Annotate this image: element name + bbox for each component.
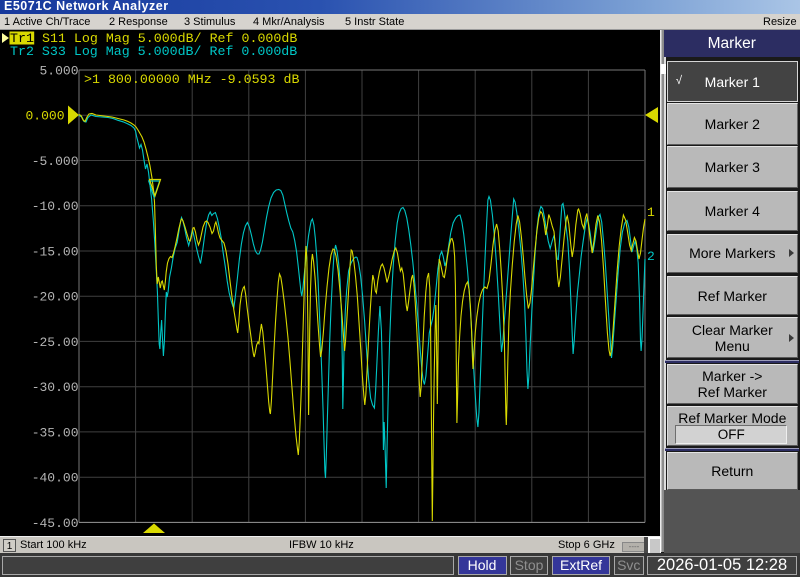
svg-text:-20.00: -20.00 xyxy=(32,290,79,305)
svg-text:-5.000: -5.000 xyxy=(32,154,79,169)
svg-text:>1 800.00000 MHz -9.0593 dB: >1 800.00000 MHz -9.0593 dB xyxy=(84,72,299,87)
svg-text:-25.00: -25.00 xyxy=(32,335,79,350)
svg-text:1: 1 xyxy=(647,205,655,220)
svg-text:-10.00: -10.00 xyxy=(32,199,79,214)
svg-text:-45.00: -45.00 xyxy=(32,516,79,531)
svg-text:2: 2 xyxy=(647,249,655,264)
svg-text:-40.00: -40.00 xyxy=(32,471,79,486)
svg-text:-30.00: -30.00 xyxy=(32,380,79,395)
svg-text:0.000: 0.000 xyxy=(25,109,64,124)
svg-text:-15.00: -15.00 xyxy=(32,245,79,260)
svg-text:5.000: 5.000 xyxy=(39,64,78,79)
svg-text:-35.00: -35.00 xyxy=(32,425,79,440)
svg-text:Tr2 S33 Log Mag 5.000dB/ Ref 0: Tr2 S33 Log Mag 5.000dB/ Ref 0.000dB xyxy=(10,44,297,59)
